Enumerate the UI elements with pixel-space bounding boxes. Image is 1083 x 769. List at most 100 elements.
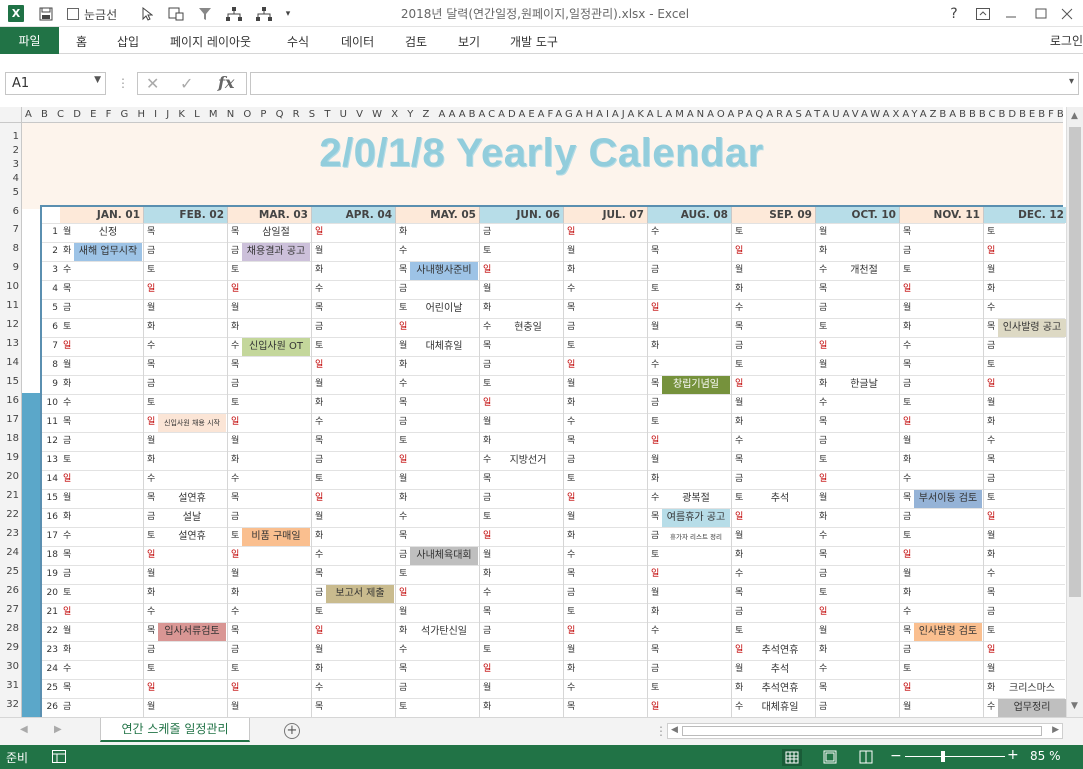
weekday-cell[interactable]: 금 bbox=[231, 375, 242, 394]
weekday-cell[interactable]: 일 bbox=[651, 299, 662, 318]
zoom-level[interactable]: 85 % bbox=[1030, 749, 1061, 763]
worksheet[interactable]: A B C D E F G H I J K L M N O P Q R S T … bbox=[0, 107, 1083, 717]
cancel-icon[interactable]: ✕ bbox=[146, 74, 159, 93]
hierarchy-icon[interactable] bbox=[224, 4, 244, 24]
weekday-cell[interactable]: 목 bbox=[567, 565, 578, 584]
prev-sheet-icon[interactable]: ◀ bbox=[20, 724, 28, 735]
weekday-cell[interactable]: 화 bbox=[567, 660, 578, 679]
weekday-cell[interactable]: 화 bbox=[987, 546, 998, 565]
weekday-cell[interactable]: 화 bbox=[231, 584, 242, 603]
sheet-tab-active[interactable]: 연간 스케줄 일정관리 bbox=[100, 718, 250, 742]
row-headers[interactable]: 1 2 3 4 5 6 7 8 9 10 11 12 13 14 15 16 17 18 19 20 21 22 23 24 2… bbox=[0, 123, 22, 717]
weekday-cell[interactable]: 월 bbox=[819, 223, 830, 242]
weekday-cell[interactable]: 일 bbox=[735, 641, 746, 660]
calendar-event[interactable]: 부서이동 검토 bbox=[914, 490, 982, 508]
weekday-cell[interactable]: 월 bbox=[483, 546, 494, 565]
row-header[interactable]: 25 bbox=[0, 566, 21, 582]
weekday-cell[interactable]: 월 bbox=[147, 565, 158, 584]
row-header[interactable]: 14 bbox=[0, 357, 21, 373]
weekday-cell[interactable]: 화 bbox=[483, 565, 494, 584]
weekday-cell[interactable]: 토 bbox=[735, 223, 746, 242]
gridlines-checkbox[interactable] bbox=[66, 4, 80, 24]
weekday-cell[interactable]: 수 bbox=[987, 299, 998, 318]
page-break-view-icon[interactable] bbox=[858, 749, 874, 768]
calendar-event[interactable]: 보고서 제출 bbox=[326, 585, 394, 603]
weekday-cell[interactable]: 목 bbox=[147, 223, 158, 242]
weekday-cell[interactable]: 목 bbox=[651, 641, 662, 660]
weekday-cell[interactable]: 금 bbox=[903, 242, 914, 261]
weekday-cell[interactable]: 수 bbox=[987, 432, 998, 451]
expand-formula-icon[interactable]: ▾ bbox=[1069, 76, 1074, 87]
row-header[interactable]: 16 bbox=[0, 395, 21, 411]
weekday-cell[interactable]: 화 bbox=[147, 318, 158, 337]
weekday-cell[interactable]: 일 bbox=[651, 565, 662, 584]
weekday-cell[interactable]: 토 bbox=[987, 223, 998, 242]
calendar-event[interactable]: 석가탄신일 bbox=[410, 623, 478, 641]
weekday-cell[interactable]: 일 bbox=[567, 356, 578, 375]
weekday-cell[interactable]: 일 bbox=[147, 280, 158, 299]
scroll-right-icon[interactable]: ▶ bbox=[1052, 725, 1059, 735]
weekday-cell[interactable]: 금 bbox=[483, 489, 494, 508]
weekday-cell[interactable]: 수 bbox=[819, 394, 830, 413]
weekday-cell[interactable]: 금 bbox=[147, 508, 158, 527]
weekday-cell[interactable]: 금 bbox=[735, 470, 746, 489]
filter-icon[interactable] bbox=[196, 4, 216, 24]
weekday-cell[interactable]: 월 bbox=[735, 394, 746, 413]
page-layout-view-icon[interactable] bbox=[822, 749, 838, 768]
weekday-cell[interactable]: 화 bbox=[987, 280, 998, 299]
chevron-down-icon[interactable]: ▼ bbox=[94, 75, 101, 85]
weekday-cell[interactable]: 일 bbox=[567, 489, 578, 508]
weekday-cell[interactable]: 화 bbox=[567, 527, 578, 546]
weekday-cell[interactable]: 목 bbox=[483, 337, 494, 356]
weekday-cell[interactable]: 금 bbox=[63, 432, 74, 451]
calendar-event[interactable]: 추석 bbox=[746, 490, 814, 508]
weekday-cell[interactable]: 목 bbox=[63, 280, 74, 299]
weekday-cell[interactable]: 수 bbox=[231, 470, 242, 489]
weekday-cell[interactable]: 화 bbox=[399, 622, 410, 641]
weekday-cell[interactable]: 월 bbox=[987, 394, 998, 413]
calendar-event[interactable]: 삼일절 bbox=[242, 224, 310, 242]
weekday-cell[interactable]: 화 bbox=[819, 508, 830, 527]
calendar-event[interactable]: 설연휴 bbox=[158, 528, 226, 546]
weekday-cell[interactable]: 목 bbox=[567, 299, 578, 318]
weekday-cell[interactable]: 토 bbox=[903, 261, 914, 280]
weekday-cell[interactable]: 토 bbox=[903, 527, 914, 546]
calendar-event[interactable]: 채용결과 공고 bbox=[242, 243, 310, 261]
weekday-cell[interactable]: 금 bbox=[567, 318, 578, 337]
weekday-cell[interactable]: 금 bbox=[819, 432, 830, 451]
weekday-cell[interactable]: 월 bbox=[567, 242, 578, 261]
calendar-event[interactable]: 현충일 bbox=[494, 319, 562, 337]
weekday-cell[interactable]: 토 bbox=[147, 394, 158, 413]
weekday-cell[interactable]: 월 bbox=[483, 280, 494, 299]
calendar-event[interactable]: 추석연휴 bbox=[746, 642, 814, 660]
weekday-cell[interactable]: 금 bbox=[63, 565, 74, 584]
weekday-cell[interactable]: 월 bbox=[231, 299, 242, 318]
weekday-cell[interactable]: 목 bbox=[63, 546, 74, 565]
calendar-event[interactable]: 여름휴가 공고 bbox=[662, 509, 730, 527]
weekday-cell[interactable]: 수 bbox=[315, 679, 326, 698]
weekday-cell[interactable]: 목 bbox=[231, 223, 242, 242]
weekday-cell[interactable]: 월 bbox=[399, 603, 410, 622]
weekday-cell[interactable]: 목 bbox=[399, 394, 410, 413]
calendar-event[interactable]: 신정 bbox=[74, 224, 142, 242]
weekday-cell[interactable]: 월 bbox=[903, 299, 914, 318]
zoom-out-icon[interactable]: − bbox=[890, 748, 902, 764]
weekday-cell[interactable]: 일 bbox=[231, 679, 242, 698]
calendar-event[interactable]: 신입사원 채용 시작 bbox=[158, 414, 226, 432]
weekday-cell[interactable]: 토 bbox=[399, 432, 410, 451]
weekday-cell[interactable]: 목 bbox=[147, 356, 158, 375]
weekday-cell[interactable]: 수 bbox=[903, 470, 914, 489]
weekday-cell[interactable]: 일 bbox=[987, 242, 998, 261]
weekday-cell[interactable]: 화 bbox=[735, 280, 746, 299]
weekday-cell[interactable]: 월 bbox=[63, 622, 74, 641]
row-header[interactable]: 21 bbox=[0, 490, 21, 506]
weekday-cell[interactable]: 목 bbox=[651, 242, 662, 261]
row-header[interactable]: 8 bbox=[0, 243, 21, 259]
weekday-cell[interactable]: 목 bbox=[231, 356, 242, 375]
weekday-cell[interactable]: 토 bbox=[651, 679, 662, 698]
weekday-cell[interactable]: 토 bbox=[903, 660, 914, 679]
weekday-cell[interactable]: 목 bbox=[903, 622, 914, 641]
weekday-cell[interactable]: 목 bbox=[819, 413, 830, 432]
scroll-left-icon[interactable]: ◀ bbox=[671, 725, 678, 735]
calendar-event[interactable]: 창립기념일 bbox=[662, 376, 730, 394]
